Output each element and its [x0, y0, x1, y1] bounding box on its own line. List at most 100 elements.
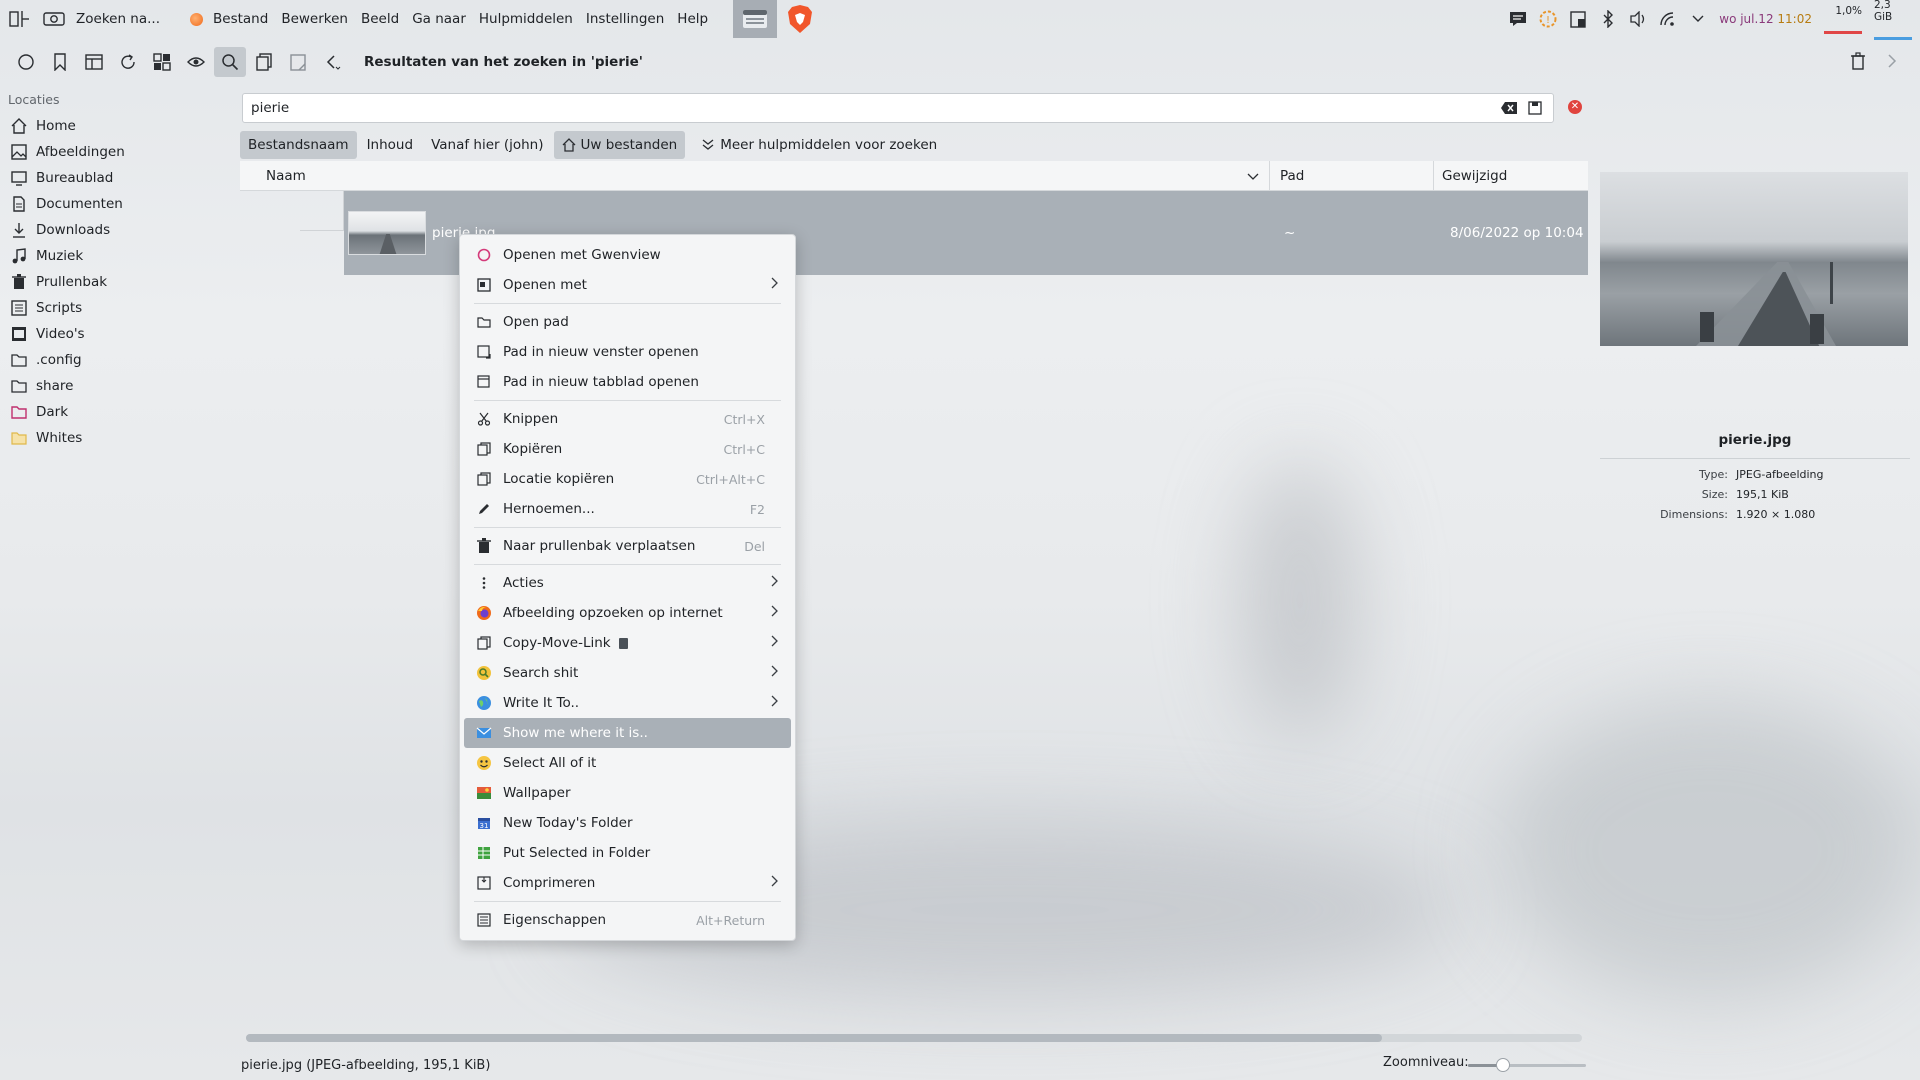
menu-item-label: Search shit	[503, 665, 579, 681]
menu-item-locatie-kopi-ren[interactable]: Locatie kopiëren Ctrl+Alt+C	[464, 464, 791, 494]
forward-icon[interactable]	[1876, 46, 1908, 76]
scrollbar-thumb[interactable]	[246, 1034, 1382, 1042]
column-path[interactable]: Pad	[1270, 160, 1434, 191]
sidebar-item-afbeeldingen[interactable]: Afbeeldingen	[0, 139, 236, 165]
sidebar-item-config[interactable]: .config	[0, 347, 236, 373]
chevron-down-icon[interactable]	[1687, 8, 1709, 30]
menu-item-openen-met[interactable]: Openen met	[464, 270, 791, 300]
menu-item-acties[interactable]: Acties	[464, 568, 791, 598]
menu-item-naar-prullenbak-verplaatsen[interactable]: Naar prullenbak verplaatsen Del	[464, 531, 791, 561]
folder-pink-icon	[10, 403, 28, 421]
filter-from-here[interactable]: Vanaf hier (john)	[423, 131, 551, 159]
memory-meter[interactable]: 2,3 GiB	[1874, 0, 1912, 40]
menu-item-pad-in-nieuw-tabblad-openen[interactable]: Pad in nieuw tabblad openen	[464, 367, 791, 397]
split-view-icon[interactable]	[146, 47, 178, 77]
cpu-meter[interactable]: 1,0%	[1824, 5, 1862, 34]
screenshot-icon[interactable]	[42, 7, 66, 31]
filter-filename[interactable]: Bestandsnaam	[240, 131, 357, 159]
menu-shortcut: Ctrl+Alt+C	[696, 471, 765, 487]
sidebar-item-bureaublad[interactable]: Bureaublad	[0, 165, 236, 191]
menu-item-open-pad[interactable]: Open pad	[464, 307, 791, 337]
clear-text-icon[interactable]	[1499, 98, 1519, 118]
refresh-icon[interactable]	[112, 47, 144, 77]
sidebar-item-downloads[interactable]: Downloads	[0, 217, 236, 243]
menu-settings[interactable]: Instellingen	[586, 11, 664, 27]
menu-item-hernoemen[interactable]: Hernoemen... F2	[464, 494, 791, 524]
menu-item-afbeelding-opzoeken-op-internet[interactable]: Afbeelding opzoeken op internet	[464, 598, 791, 628]
menu-item-new-today-s-folder[interactable]: 31 New Today's Folder	[464, 808, 791, 838]
trash-icon[interactable]	[1842, 46, 1874, 76]
breadcrumb: Resultaten van het zoeken in 'pierie'	[364, 54, 643, 70]
sidebar-item-scripts[interactable]: Scripts	[0, 295, 236, 321]
video-icon	[10, 325, 28, 343]
filter-content[interactable]: Inhoud	[359, 131, 421, 159]
sidebar-item-home[interactable]: Home	[0, 113, 236, 139]
menu-item-knippen[interactable]: Knippen Ctrl+X	[464, 404, 791, 434]
menu-item-pad-in-nieuw-venster-openen[interactable]: Pad in nieuw venster openen	[464, 337, 791, 367]
menu-separator	[474, 527, 781, 528]
menu-item-comprimeren[interactable]: Comprimeren	[464, 868, 791, 898]
menu-item-put-selected-in-folder[interactable]: Put Selected in Folder	[464, 838, 791, 868]
copy-move-icon	[476, 635, 492, 651]
menu-item-copy-move-link[interactable]: Copy-Move-Link	[464, 628, 791, 658]
memory-bar	[1874, 36, 1912, 40]
sidebar-item-muziek[interactable]: Muziek	[0, 243, 236, 269]
zoom-slider[interactable]	[1468, 1058, 1586, 1072]
search-icon[interactable]	[214, 47, 246, 77]
bookmark-icon[interactable]	[44, 47, 76, 77]
taskbar-item-dolphin[interactable]	[733, 0, 778, 38]
column-name[interactable]: Naam	[240, 160, 1270, 191]
brave-icon[interactable]	[787, 4, 815, 34]
menu-item-show-me-where-it-is[interactable]: Show me where it is..	[464, 718, 791, 748]
sidebar-item-prullenbak[interactable]: Prullenbak	[0, 269, 236, 295]
trash-icon	[476, 538, 492, 554]
updates-icon[interactable]: !	[1537, 8, 1559, 30]
back-icon[interactable]	[316, 47, 348, 77]
menu-item-openen-met-gwenview[interactable]: Openen met Gwenview	[464, 240, 791, 270]
filter-your-files[interactable]: Uw bestanden	[553, 131, 686, 159]
save-search-icon[interactable]	[1525, 98, 1545, 118]
search-input[interactable]	[251, 100, 1493, 116]
menu-view[interactable]: Beeld	[361, 11, 399, 27]
menu-item-write-it-to[interactable]: Write It To..	[464, 688, 791, 718]
copy-icon[interactable]	[248, 47, 280, 77]
menu-tools[interactable]: Hulpmiddelen	[479, 11, 573, 27]
sidebar-item-documenten[interactable]: Documenten	[0, 191, 236, 217]
column-modified[interactable]: Gewijzigd	[1434, 161, 1588, 191]
close-search-icon[interactable]: ✕	[1568, 100, 1582, 114]
paste-icon[interactable]	[282, 47, 314, 77]
network-icon[interactable]	[1657, 8, 1679, 30]
menu-item-select-all-of-it[interactable]: Select All of it	[464, 748, 791, 778]
volume-icon[interactable]	[1627, 8, 1649, 30]
more-search-tools[interactable]: Meer hulpmiddelen voor zoeken	[693, 131, 945, 159]
sidebar-item-video-s[interactable]: Video's	[0, 321, 236, 347]
zoom-handle[interactable]	[1496, 1058, 1511, 1072]
memory-value: 2,3 GiB	[1874, 0, 1893, 23]
panel-icon[interactable]	[78, 47, 110, 77]
menu-edit[interactable]: Bewerken	[281, 11, 348, 27]
bluetooth-icon[interactable]	[1597, 8, 1619, 30]
meta-type-value: JPEG-afbeelding	[1736, 468, 1824, 481]
chevron-right-icon	[771, 665, 779, 681]
sidebar-item-share[interactable]: share	[0, 373, 236, 399]
horizontal-scrollbar[interactable]	[246, 1034, 1582, 1042]
sidebar-item-dark[interactable]: Dark	[0, 399, 236, 425]
circle-icon[interactable]	[10, 47, 42, 77]
sidebar-item-whites[interactable]: Whites	[0, 425, 236, 451]
preview-eye-icon[interactable]	[180, 47, 212, 77]
clock[interactable]: wo jul.12 11:02	[1719, 12, 1812, 26]
menu-shortcut: Ctrl+C	[723, 441, 765, 457]
menu-item-search-shit[interactable]: Search shit	[464, 658, 791, 688]
notes-icon[interactable]	[1507, 8, 1529, 30]
menu-item-kopi-ren[interactable]: Kopiëren Ctrl+C	[464, 434, 791, 464]
app-launcher-icon[interactable]	[8, 7, 32, 31]
menu-help[interactable]: Help	[677, 11, 708, 27]
clipboard-icon[interactable]	[1567, 8, 1589, 30]
menu-go[interactable]: Ga naar	[412, 11, 466, 27]
menu-item-eigenschappen[interactable]: Eigenschappen Alt+Return	[464, 905, 791, 935]
menu-file[interactable]: Bestand	[213, 11, 268, 27]
folder-icon	[10, 377, 28, 395]
menu-item-wallpaper[interactable]: Wallpaper	[464, 778, 791, 808]
menu-item-label: Acties	[503, 575, 544, 591]
menu-item-label: Put Selected in Folder	[503, 845, 651, 861]
